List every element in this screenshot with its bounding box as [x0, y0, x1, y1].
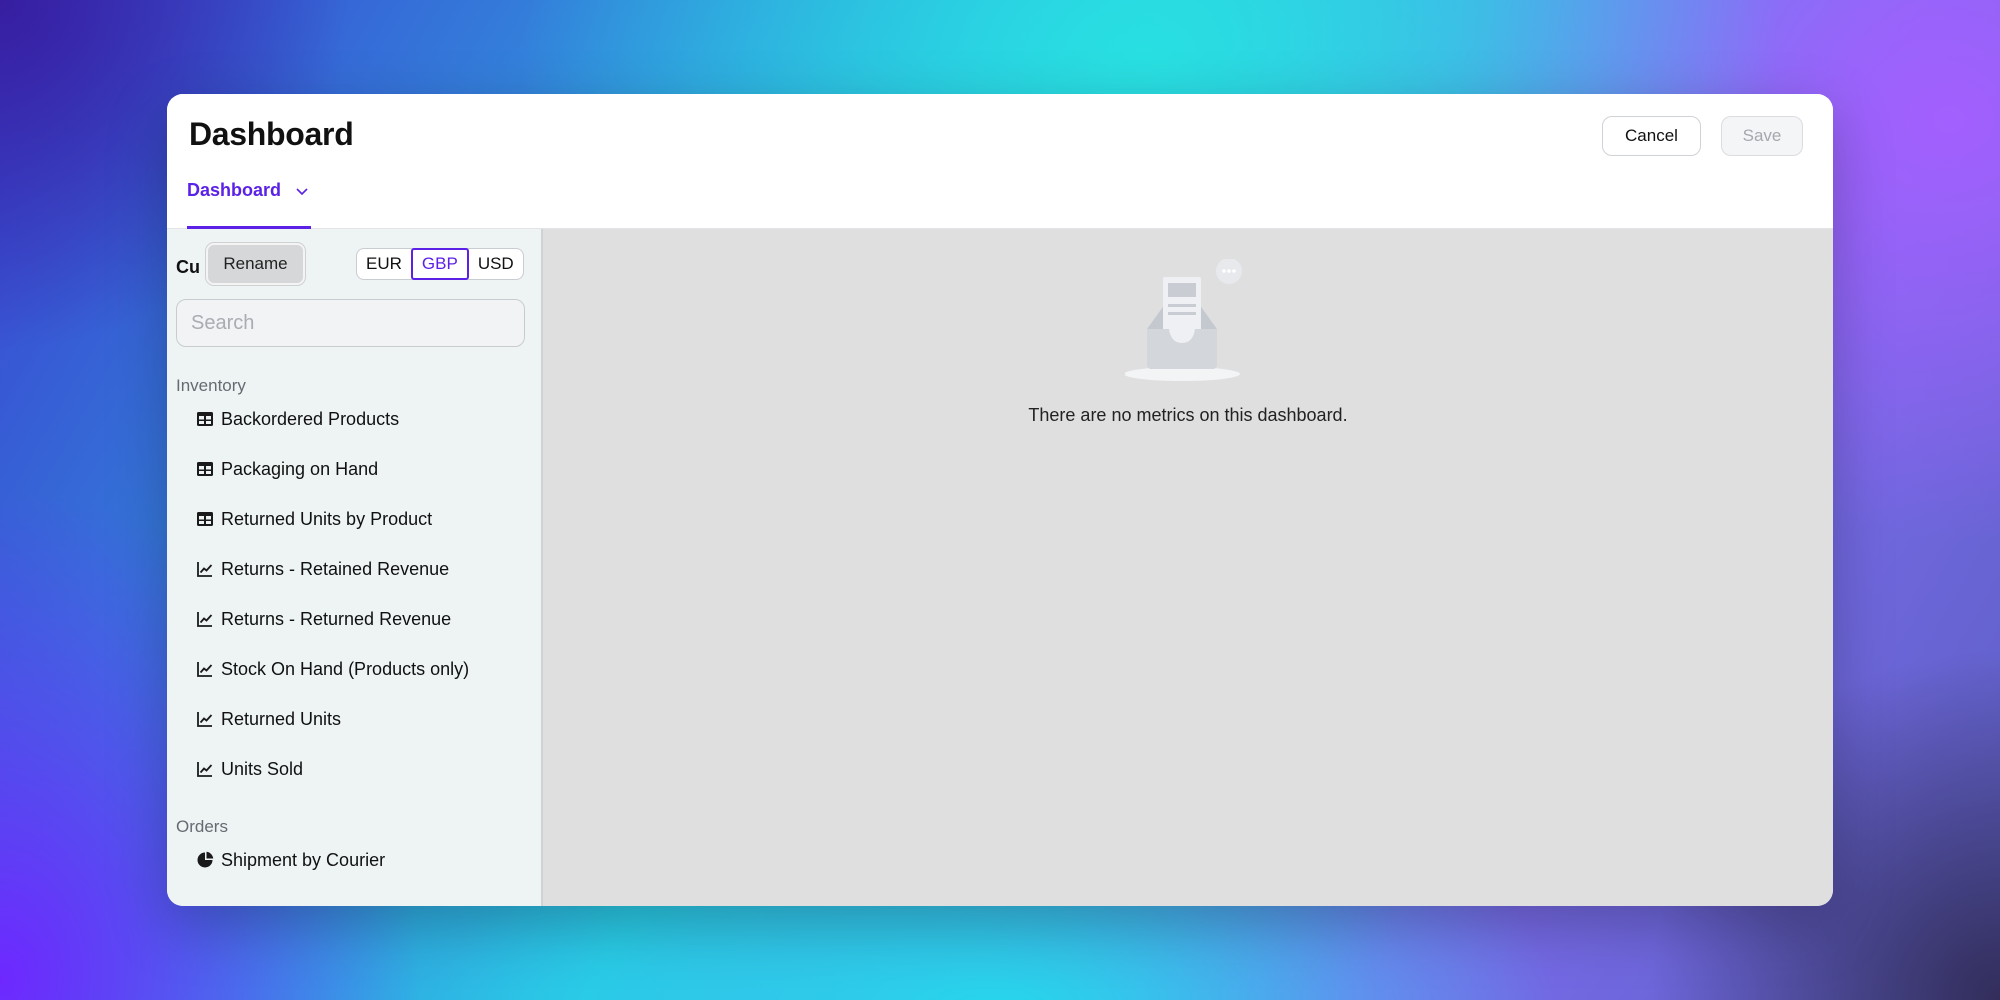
- metric-item-label: Backordered Products: [221, 408, 400, 429]
- empty-state-message: There are no metrics on this dashboard.: [1028, 405, 1348, 425]
- metric-item-stock-on-hand[interactable]: Stock On Hand (Products only): [196, 654, 469, 684]
- line-chart-icon: [197, 712, 213, 727]
- metric-item-label: Stock On Hand (Products only): [221, 658, 470, 679]
- search-input[interactable]: [176, 299, 525, 347]
- tab-dashboard[interactable]: Dashboard: [187, 178, 311, 229]
- metric-item-units-sold[interactable]: Units Sold: [196, 754, 303, 784]
- table-icon: [197, 412, 213, 426]
- metrics-sidebar: Cu Rename EUR GBP USD Inventory Backorde…: [167, 229, 543, 906]
- metric-item-label: Returned Units by Product: [221, 508, 433, 529]
- dashboard-canvas: There are no metrics on this dashboard.: [543, 229, 1833, 906]
- metric-item-returns-returned-revenue[interactable]: Returns - Returned Revenue: [196, 604, 451, 634]
- dashboard-window: Dashboard Cancel Save Dashboard Cu Renam…: [167, 94, 1833, 906]
- metric-item-backordered-products[interactable]: Backordered Products: [196, 404, 399, 434]
- section-title-inventory: Inventory: [176, 376, 246, 395]
- line-chart-icon: [197, 662, 213, 677]
- save-button[interactable]: Save: [1721, 116, 1803, 156]
- currency-selector: EUR GBP USD: [356, 248, 524, 280]
- currency-option-eur[interactable]: EUR: [357, 249, 411, 279]
- currency-label: Cu: [176, 257, 200, 277]
- metric-item-packaging-on-hand[interactable]: Packaging on Hand: [196, 454, 378, 484]
- currency-option-gbp[interactable]: GBP: [410, 248, 469, 280]
- tab-dashboard-label: Dashboard: [187, 180, 282, 200]
- cancel-button[interactable]: Cancel: [1602, 116, 1701, 156]
- header: Dashboard Cancel Save Dashboard: [167, 94, 1833, 229]
- metric-item-label: Returned Units: [221, 708, 342, 729]
- empty-inbox-illustration: [1125, 259, 1242, 381]
- page-title: Dashboard: [189, 116, 354, 152]
- line-chart-icon: [197, 612, 213, 627]
- metric-item-label: Units Sold: [221, 758, 304, 779]
- table-icon: [197, 512, 213, 526]
- metric-item-returned-units-by-product[interactable]: Returned Units by Product: [196, 504, 432, 534]
- pie-chart-icon: [197, 851, 214, 868]
- section-title-orders: Orders: [176, 817, 228, 836]
- line-chart-icon: [197, 562, 213, 577]
- metric-item-returns-retained-revenue[interactable]: Returns - Retained Revenue: [196, 554, 449, 584]
- metric-item-returned-units[interactable]: Returned Units: [196, 704, 341, 734]
- rename-button[interactable]: Rename: [206, 243, 305, 285]
- currency-option-usd[interactable]: USD: [469, 249, 523, 279]
- chevron-down-icon[interactable]: [295, 184, 309, 202]
- metric-item-label: Returns - Retained Revenue: [221, 558, 450, 579]
- metric-item-label: Returns - Returned Revenue: [221, 608, 452, 629]
- table-icon: [197, 462, 213, 476]
- metric-item-label: Shipment by Courier: [221, 849, 386, 870]
- metric-item-shipment-by-courier[interactable]: Shipment by Courier: [196, 845, 385, 875]
- line-chart-icon: [197, 762, 213, 777]
- metric-item-label: Packaging on Hand: [221, 458, 379, 479]
